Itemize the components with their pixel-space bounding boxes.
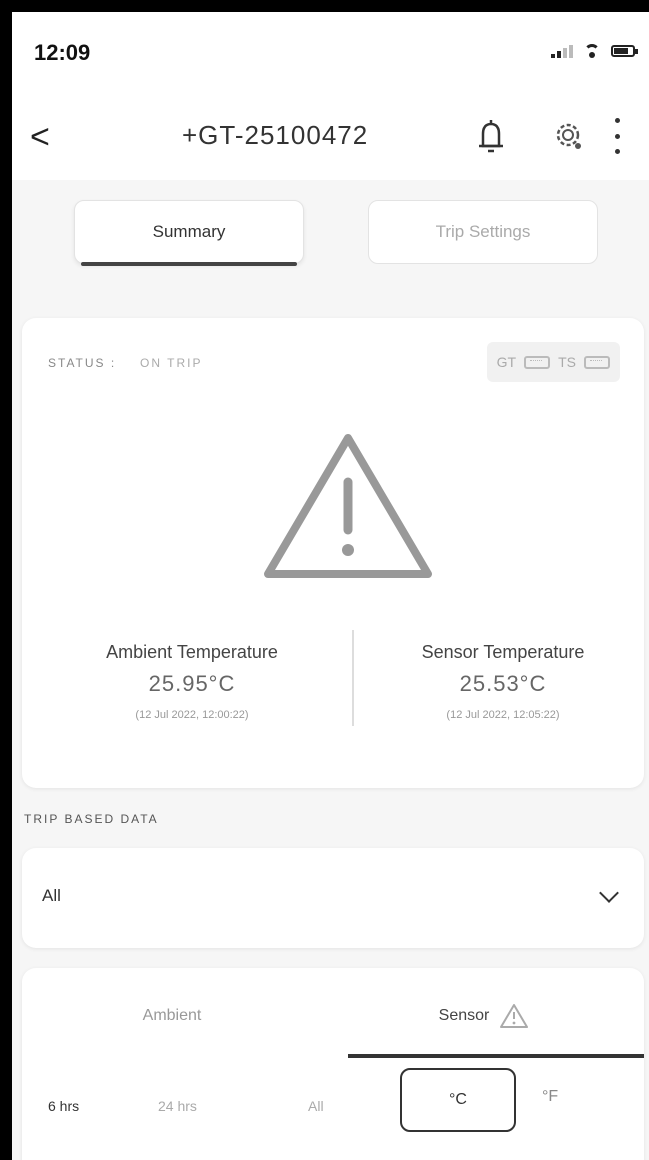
status-value: ON TRIP [140, 356, 203, 370]
tab-ambient[interactable]: Ambient [22, 992, 322, 1040]
temperature-divider [352, 630, 354, 726]
trip-data-card: Ambient Sensor 6 hrs 24 hrs All °C °F [22, 968, 644, 1160]
sensor-temperature-time: (12 Jul 2022, 12:05:22) [446, 709, 560, 721]
unit-celsius-button[interactable]: °C [400, 1068, 516, 1132]
badge-gt: GT [496, 354, 517, 370]
range-6-hrs[interactable]: 6 hrs [48, 1098, 79, 1114]
range-24-hrs[interactable]: 24 hrs [158, 1098, 197, 1114]
status-card: STATUS : ON TRIP GT TS Ambient Temperatu… [22, 318, 644, 788]
tab-ambient-label: Ambient [142, 1007, 202, 1024]
gt-battery-icon [524, 355, 551, 369]
tab-trip-settings[interactable]: Trip Settings [368, 200, 598, 264]
sensor-temperature-label: Sensor Temperature [421, 642, 585, 662]
status-bar-time: 12:09 [34, 40, 91, 65]
ambient-temperature-value: 25.95°C [148, 671, 236, 696]
bell-icon[interactable] [474, 116, 508, 156]
trip-data-section-label: TRIP BASED DATA [24, 812, 159, 826]
tab-sensor[interactable]: Sensor [334, 992, 644, 1058]
app-screen: 12:09 < +GT-25100472 Summary Trip Settin… [12, 12, 649, 1160]
wifi-icon [583, 44, 601, 58]
device-battery-badges: GT TS [486, 342, 620, 382]
status-label: STATUS : [48, 356, 117, 370]
signal-icon [551, 44, 573, 58]
badge-ts: TS [558, 354, 576, 370]
range-all[interactable]: All [308, 1098, 324, 1114]
ts-battery-icon [584, 355, 610, 369]
tab-summary[interactable]: Summary [74, 200, 304, 266]
sensor-temperature-block: Sensor Temperature 25.53°C (12 Jul 2022,… [368, 642, 638, 721]
system-icons [551, 44, 638, 58]
battery-icon [611, 45, 638, 57]
tab-sensor-label: Sensor [438, 1007, 490, 1024]
warning-icon [500, 1004, 529, 1028]
unit-fahrenheit-button[interactable]: °F [542, 1088, 558, 1106]
more-options-icon[interactable] [610, 118, 624, 154]
trip-filter-dropdown[interactable]: All [22, 848, 644, 948]
chevron-down-icon [599, 883, 619, 903]
ambient-temperature-time: (12 Jul 2022, 12:00:22) [135, 709, 249, 721]
back-button[interactable]: < [30, 120, 50, 154]
device-title: +GT-25100472 [182, 120, 369, 150]
header-area: 12:09 < +GT-25100472 [12, 12, 649, 180]
warning-triangle-icon [264, 434, 432, 578]
trip-filter-value: All [42, 886, 61, 905]
ambient-temperature-block: Ambient Temperature 25.95°C (12 Jul 2022… [42, 642, 342, 721]
settings-gear-icon[interactable] [550, 116, 586, 154]
ambient-temperature-label: Ambient Temperature [106, 642, 278, 662]
sensor-temperature-value: 25.53°C [459, 671, 547, 696]
